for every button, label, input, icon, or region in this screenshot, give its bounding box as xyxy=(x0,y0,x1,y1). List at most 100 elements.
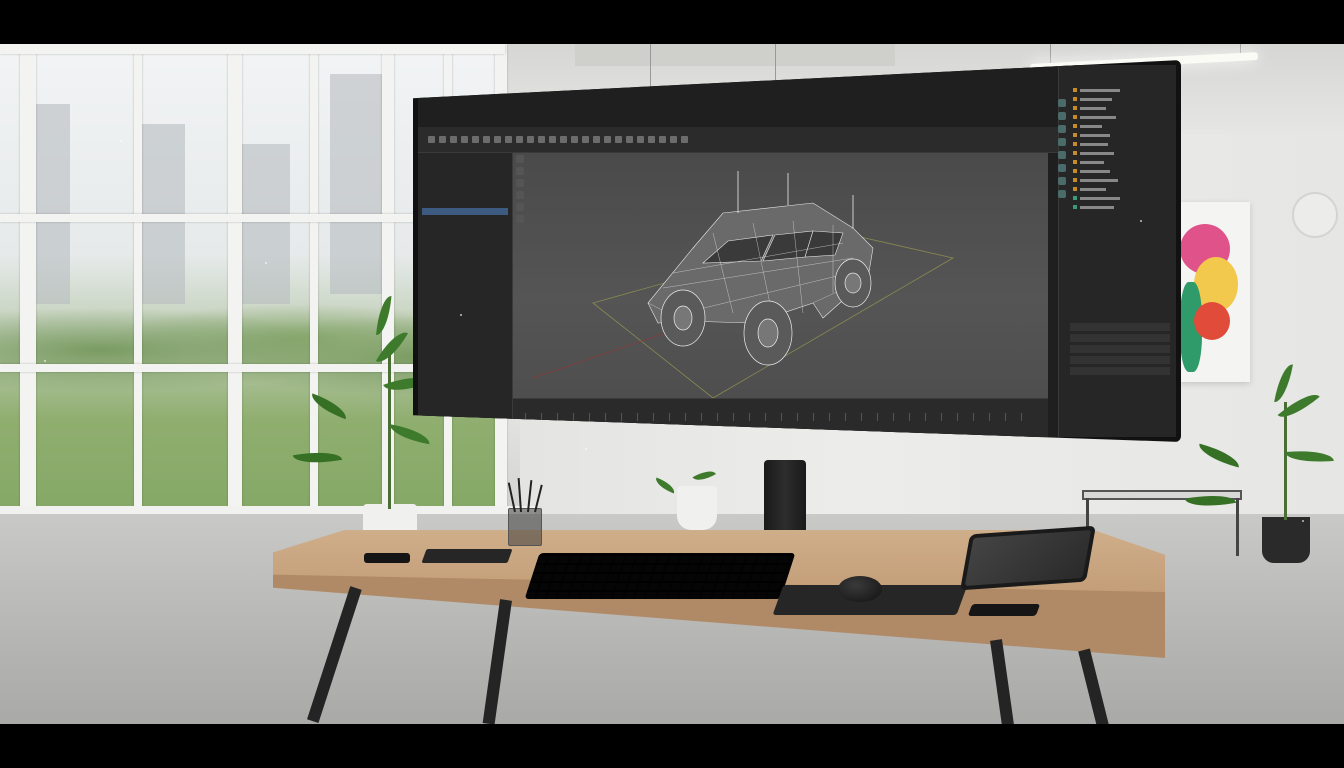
tool-icon[interactable] xyxy=(516,203,524,211)
toolbar-icon[interactable] xyxy=(516,136,523,143)
dust-particle xyxy=(44,360,46,362)
phone xyxy=(364,553,410,563)
window-mullion xyxy=(20,44,36,514)
toolbar-icon[interactable] xyxy=(494,136,501,143)
tool-icon[interactable] xyxy=(516,155,524,163)
outliner-item[interactable] xyxy=(422,166,508,173)
toolbar-icon[interactable] xyxy=(428,136,435,143)
scene-tree-row[interactable] xyxy=(1059,203,1176,211)
toolbar-icon[interactable] xyxy=(461,136,468,143)
toolbar-icon[interactable] xyxy=(549,136,556,143)
scene-tree-panel xyxy=(1058,65,1176,437)
properties-tab-icon[interactable] xyxy=(1058,138,1066,146)
scene-tree-row[interactable] xyxy=(1059,86,1176,94)
row-text xyxy=(1080,187,1106,191)
outliner-item[interactable] xyxy=(422,187,508,194)
scene-tree xyxy=(1059,65,1176,211)
scene-tree-row[interactable] xyxy=(1059,185,1176,193)
scene-tree-row[interactable] xyxy=(1059,104,1176,112)
outliner-item[interactable] xyxy=(422,257,508,264)
tool-icon[interactable] xyxy=(516,167,524,175)
toolbar-icon[interactable] xyxy=(505,136,512,143)
scene-tree-row[interactable] xyxy=(1059,122,1176,130)
toolbar-icon[interactable] xyxy=(637,136,644,143)
toolbar-icon[interactable] xyxy=(560,136,567,143)
property-row[interactable] xyxy=(1070,334,1170,342)
folder-icon xyxy=(1073,106,1077,110)
outliner-item[interactable] xyxy=(422,236,508,243)
tool-icon[interactable] xyxy=(516,191,524,199)
outliner-item[interactable] xyxy=(422,222,508,229)
distant-building xyxy=(30,104,70,304)
toolbar-icon[interactable] xyxy=(626,136,633,143)
property-row[interactable] xyxy=(1070,367,1170,375)
outliner-item[interactable] xyxy=(422,194,508,201)
toolbar-icon[interactable] xyxy=(604,136,611,143)
outliner-item[interactable] xyxy=(422,243,508,250)
scene-tree-row[interactable] xyxy=(1059,95,1176,103)
properties-tab-icon[interactable] xyxy=(1058,125,1066,133)
row-text xyxy=(1080,97,1112,101)
toolbar-icon[interactable] xyxy=(670,136,677,143)
dust-particle xyxy=(460,314,462,316)
plant-leaf xyxy=(692,466,717,485)
toolbar-icon[interactable] xyxy=(527,136,534,143)
properties-tab-icon[interactable] xyxy=(1058,99,1066,107)
plant-right xyxy=(1184,362,1342,563)
plant-pot xyxy=(677,486,717,530)
toolbar-icon[interactable] xyxy=(439,136,446,143)
properties-tab-icon[interactable] xyxy=(1058,112,1066,120)
toolbar-icon[interactable] xyxy=(681,136,688,143)
row-text xyxy=(1080,142,1108,146)
scene-tree-row[interactable] xyxy=(1059,158,1176,166)
folder-icon xyxy=(1073,115,1077,119)
notebook xyxy=(421,549,513,563)
scene-tree-row[interactable] xyxy=(1059,113,1176,121)
scene-tree-row[interactable] xyxy=(1059,131,1176,139)
dust-particle xyxy=(120,140,122,142)
folder-icon xyxy=(1073,196,1077,200)
toolbar-icon[interactable] xyxy=(472,136,479,143)
scene-tree-row[interactable] xyxy=(1059,194,1176,202)
outliner-item[interactable] xyxy=(422,250,508,257)
properties-tab-icon[interactable] xyxy=(1058,164,1066,172)
tool-icon[interactable] xyxy=(516,215,524,223)
folder-icon xyxy=(1073,97,1077,101)
scene-tree-row[interactable] xyxy=(1059,140,1176,148)
property-row[interactable] xyxy=(1070,345,1170,353)
toolbar-icon[interactable] xyxy=(593,136,600,143)
outliner-item[interactable] xyxy=(422,201,508,208)
property-row[interactable] xyxy=(1070,323,1170,331)
scene-tree-row[interactable] xyxy=(1059,176,1176,184)
timeline-ruler[interactable] xyxy=(525,413,1035,421)
toolbar-icon[interactable] xyxy=(538,136,545,143)
properties-tab-icon[interactable] xyxy=(1058,177,1066,185)
scene-tree-row[interactable] xyxy=(1059,167,1176,175)
outliner-item-selected[interactable] xyxy=(422,208,508,215)
scene-tree-row[interactable] xyxy=(1059,149,1176,157)
toolbar-icon[interactable] xyxy=(648,136,655,143)
properties-tab-icon[interactable] xyxy=(1058,190,1066,198)
phone xyxy=(967,604,1041,616)
toolbar-icon[interactable] xyxy=(450,136,457,143)
art-shape-red xyxy=(1194,302,1230,340)
wireframe-vehicle-model[interactable] xyxy=(513,153,1048,398)
outliner-item[interactable] xyxy=(422,159,508,166)
toolbar-icon[interactable] xyxy=(483,136,490,143)
toolbar-icon[interactable] xyxy=(659,136,666,143)
outliner-item[interactable] xyxy=(422,215,508,222)
outliner-item[interactable] xyxy=(422,180,508,187)
toolbar-icon[interactable] xyxy=(615,136,622,143)
outliner-item[interactable] xyxy=(422,173,508,180)
tool-icon[interactable] xyxy=(516,179,524,187)
window-frame-top xyxy=(0,44,505,54)
outliner-item[interactable] xyxy=(422,229,508,236)
properties-tab-icon[interactable] xyxy=(1058,151,1066,159)
viewport-tool-column xyxy=(516,155,526,275)
3d-viewport[interactable] xyxy=(513,153,1048,398)
toolbar-icon[interactable] xyxy=(582,136,589,143)
toolbar-icon[interactable] xyxy=(571,136,578,143)
plant-leaf xyxy=(376,295,392,336)
pen-holder xyxy=(508,508,542,546)
property-row[interactable] xyxy=(1070,356,1170,364)
